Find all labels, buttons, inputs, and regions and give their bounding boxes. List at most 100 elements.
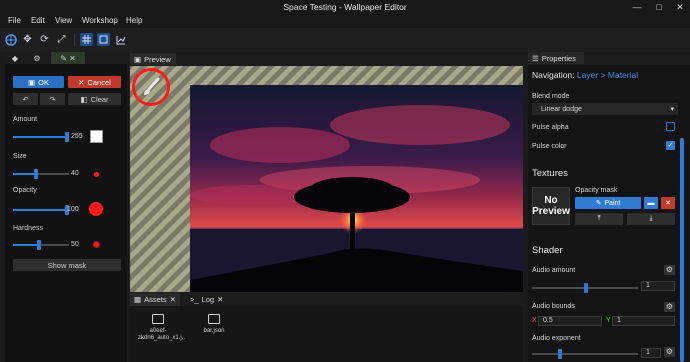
amount-color-swatch[interactable] [90, 130, 103, 143]
amount-slider[interactable] [13, 132, 69, 142]
menu-edit[interactable]: Edit [31, 16, 45, 25]
layers-tab-icon[interactable]: ◆ [7, 52, 23, 64]
show-mask-button[interactable]: Show mask [13, 259, 121, 271]
audio-exponent-label: Audio exponent [532, 335, 581, 342]
breadcrumb-material-link[interactable]: Material [608, 70, 638, 80]
clear-label: Clear [90, 94, 109, 104]
image-icon: ▣ [134, 54, 142, 64]
size-slider[interactable] [13, 169, 69, 179]
terminal-icon: >_ [190, 295, 199, 304]
import-button[interactable]: ⤒ [575, 213, 623, 225]
blend-mode-value: Linear dodge [541, 105, 582, 113]
assets-tab-label: Assets [144, 295, 167, 304]
close-icon[interactable]: ✕ [217, 295, 223, 304]
audio-exponent-input[interactable]: 1 [641, 348, 661, 358]
opacity-slider[interactable] [13, 205, 69, 215]
left-panel-tabs: ◆ ⚙ ✎ ✕ [5, 52, 127, 64]
size-slider-handle[interactable] [34, 169, 39, 179]
close-icon[interactable]: ✕ [673, 1, 687, 13]
menu-help[interactable]: Help [126, 16, 142, 25]
grid-toggle-icon[interactable] [80, 33, 93, 46]
brush-tab-icon[interactable]: ✎ ✕ [51, 52, 85, 64]
preview-canvas[interactable] [130, 66, 523, 292]
breadcrumb-layer-link[interactable]: Layer [577, 70, 598, 80]
minimize-icon[interactable]: — [630, 1, 644, 13]
move-tool-icon[interactable]: ✥ [21, 33, 34, 46]
close-icon[interactable]: ✕ [170, 295, 176, 304]
menu-view[interactable]: View [55, 16, 72, 25]
pulse-alpha-checkbox[interactable] [666, 122, 675, 131]
select-tool-icon[interactable] [4, 33, 17, 46]
preview-tab[interactable]: ▣ Preview [130, 53, 176, 65]
hardness-slider[interactable] [13, 240, 69, 250]
scale-tool-icon[interactable]: ⤢ [55, 33, 68, 46]
audio-exponent-settings-icon[interactable]: ⚙ [664, 347, 675, 357]
remove-texture-button[interactable]: ✕ [661, 197, 675, 209]
audio-exponent-slider[interactable] [532, 349, 638, 359]
image-file-icon [208, 314, 220, 324]
toolbar-separator [74, 34, 75, 46]
breadcrumb-prefix: Navigation: [532, 70, 575, 80]
hardness-slider-handle[interactable] [37, 240, 41, 250]
settings-tab-icon[interactable]: ⚙ [29, 52, 45, 64]
chart-icon[interactable] [114, 33, 127, 46]
audio-amount-settings-icon[interactable]: ⚙ [664, 265, 675, 275]
open-folder-button[interactable]: ▬ [644, 197, 658, 209]
size-value[interactable]: 40 [71, 170, 79, 177]
audio-bounds-x-input[interactable]: 0.5 [538, 316, 602, 326]
assets-icon: ▦ [134, 295, 142, 304]
tab-log[interactable]: >_ Log ✕ [186, 293, 227, 306]
rotate-tool-icon[interactable]: ⟳ [38, 33, 51, 46]
cancel-label: Cancel [87, 77, 111, 87]
eraser-icon: ◧ [80, 94, 88, 104]
asset-item[interactable]: a0eef- zkdn6_auto_x1.j.. [138, 314, 185, 342]
maximize-icon[interactable]: □ [652, 1, 666, 13]
amount-slider-handle[interactable] [65, 132, 69, 142]
window-title: Space Testing - Wallpaper Editor [283, 2, 407, 12]
menu-workshop[interactable]: Workshop [82, 16, 118, 25]
properties-panel: Navigation: Layer > Material Blend mode … [528, 65, 690, 362]
menu-file[interactable]: File [8, 16, 21, 25]
menu-bar: File Edit View Workshop Help [0, 14, 690, 28]
paint-button[interactable]: ✎ Paint [575, 197, 641, 209]
assets-panel: a0eef- zkdn6_auto_x1.j.. bar.json [130, 306, 523, 362]
close-icon: ✕ [665, 200, 671, 207]
opacity-label: Opacity [13, 187, 37, 194]
brush-icon: ✎ [595, 200, 602, 207]
chevron-down-icon: ▾ [670, 106, 674, 113]
audio-bounds-y-label: Y [606, 317, 611, 324]
audio-amount-input[interactable]: 1 [641, 281, 675, 291]
audio-amount-slider[interactable] [532, 283, 638, 293]
brush-panel: ◆ ⚙ ✎ ✕ ▣ OK ✕ Cancel ↶ ↷ ◧ Clear Amount 25… [5, 52, 127, 362]
undo-button[interactable]: ↶ [13, 93, 38, 105]
redo-button[interactable]: ↷ [40, 93, 65, 105]
cancel-button[interactable]: ✕ Cancel [68, 76, 121, 88]
textures-heading: Textures [532, 168, 568, 179]
export-button[interactable]: ⤓ [627, 213, 675, 225]
bottom-tabs: ▦ Assets ✕ >_ Log ✕ [130, 293, 523, 306]
ok-label: OK [38, 77, 49, 87]
audio-bounds-label: Audio bounds [532, 303, 575, 310]
ok-button[interactable]: ▣ OK [13, 76, 64, 88]
properties-tab[interactable]: ☰ Properties [528, 52, 584, 64]
breadcrumb-separator: > [600, 70, 606, 80]
hardness-value[interactable]: 50 [71, 241, 79, 248]
clear-button[interactable]: ◧ Clear [68, 93, 121, 105]
asset-name: bar.json [203, 328, 225, 334]
paintbrush-icon [144, 77, 160, 95]
tab-assets[interactable]: ▦ Assets ✕ [130, 293, 180, 306]
paint-label: Paint [604, 199, 621, 207]
audio-bounds-settings-icon[interactable]: ⚙ [664, 302, 675, 312]
texture-preview[interactable]: No Preview [532, 187, 570, 225]
asset-item[interactable]: bar.json [194, 314, 234, 335]
pulse-color-checkbox[interactable]: ✓ [666, 141, 675, 150]
amount-value[interactable]: 255 [71, 133, 83, 140]
audio-exponent-slider-handle[interactable] [558, 349, 562, 359]
properties-scrollbar[interactable] [680, 138, 684, 362]
opacity-value[interactable]: 100 [67, 206, 79, 213]
blend-mode-label: Blend mode [532, 93, 570, 100]
audio-amount-slider-handle[interactable] [584, 283, 588, 293]
bounds-toggle-icon[interactable] [97, 33, 110, 46]
audio-bounds-y-input[interactable]: 1 [612, 316, 675, 326]
blend-mode-select[interactable]: Linear dodge ▾ [532, 103, 678, 115]
